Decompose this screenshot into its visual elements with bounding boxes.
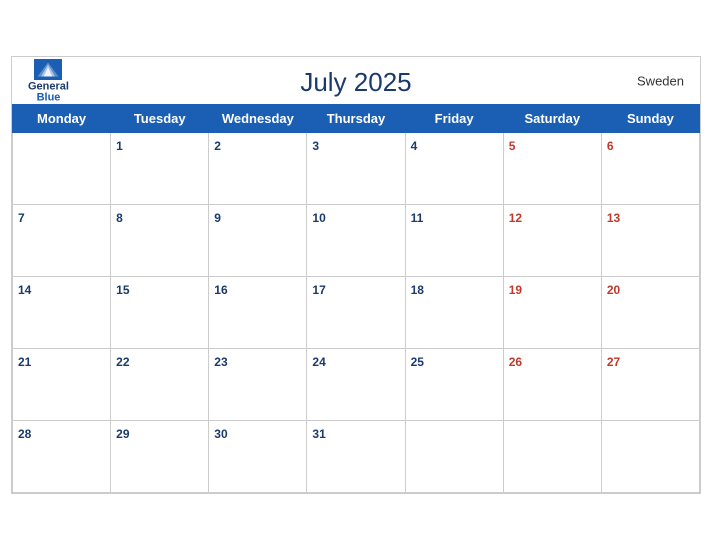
calendar-day-cell: 21: [13, 349, 111, 421]
calendar-week-row: 7 8 9 10 11 12 13: [13, 205, 700, 277]
calendar-day-cell: 27: [601, 349, 699, 421]
calendar-day-cell: [601, 421, 699, 493]
calendar-day-cell: 3: [307, 133, 405, 205]
calendar-day-cell: 4: [405, 133, 503, 205]
day-number: 27: [607, 355, 620, 369]
header-sunday: Sunday: [601, 105, 699, 133]
calendar-day-cell: 23: [209, 349, 307, 421]
calendar-day-cell: 31: [307, 421, 405, 493]
day-number: 25: [411, 355, 424, 369]
generalblue-logo-icon: [34, 58, 62, 80]
day-number: 15: [116, 283, 129, 297]
calendar-day-cell: 2: [209, 133, 307, 205]
calendar-day-cell: 11: [405, 205, 503, 277]
day-number: 10: [312, 211, 325, 225]
calendar-day-cell: 29: [111, 421, 209, 493]
day-number: 6: [607, 139, 614, 153]
header-monday: Monday: [13, 105, 111, 133]
day-number: 30: [214, 427, 227, 441]
calendar-day-cell: 16: [209, 277, 307, 349]
calendar-day-cell: 1: [111, 133, 209, 205]
calendar-day-cell: 22: [111, 349, 209, 421]
calendar-day-cell: [13, 133, 111, 205]
calendar-day-cell: 14: [13, 277, 111, 349]
logo: General Blue: [28, 58, 69, 103]
calendar-week-row: 1 2 3 4 5 6: [13, 133, 700, 205]
day-number: 19: [509, 283, 522, 297]
day-number: 13: [607, 211, 620, 225]
weekday-header-row: Monday Tuesday Wednesday Thursday Friday…: [13, 105, 700, 133]
calendar-week-row: 14 15 16 17 18 19 20: [13, 277, 700, 349]
day-number: 12: [509, 211, 522, 225]
day-number: 18: [411, 283, 424, 297]
day-number: 3: [312, 139, 319, 153]
day-number: 2: [214, 139, 221, 153]
day-number: 9: [214, 211, 221, 225]
header-thursday: Thursday: [307, 105, 405, 133]
day-number: 22: [116, 355, 129, 369]
calendar-day-cell: 5: [503, 133, 601, 205]
calendar-table: Monday Tuesday Wednesday Thursday Friday…: [12, 104, 700, 493]
day-number: 29: [116, 427, 129, 441]
calendar-day-cell: 26: [503, 349, 601, 421]
calendar: General Blue July 2025 Sweden Monday Tue…: [11, 56, 701, 494]
day-number: 26: [509, 355, 522, 369]
day-number: 8: [116, 211, 123, 225]
logo-blue-text: Blue: [37, 92, 61, 103]
calendar-day-cell: 18: [405, 277, 503, 349]
country-label: Sweden: [637, 73, 684, 88]
calendar-day-cell: 15: [111, 277, 209, 349]
calendar-day-cell: 9: [209, 205, 307, 277]
calendar-day-cell: 20: [601, 277, 699, 349]
calendar-day-cell: 13: [601, 205, 699, 277]
calendar-day-cell: 19: [503, 277, 601, 349]
day-number: 16: [214, 283, 227, 297]
day-number: 21: [18, 355, 31, 369]
day-number: 17: [312, 283, 325, 297]
calendar-day-cell: 25: [405, 349, 503, 421]
day-number: 23: [214, 355, 227, 369]
calendar-day-cell: [503, 421, 601, 493]
calendar-day-cell: 12: [503, 205, 601, 277]
header-tuesday: Tuesday: [111, 105, 209, 133]
calendar-title: July 2025: [300, 67, 411, 98]
day-number: 31: [312, 427, 325, 441]
header-wednesday: Wednesday: [209, 105, 307, 133]
calendar-day-cell: 8: [111, 205, 209, 277]
calendar-day-cell: 28: [13, 421, 111, 493]
calendar-week-row: 21 22 23 24 25 26 27: [13, 349, 700, 421]
calendar-day-cell: 7: [13, 205, 111, 277]
header-saturday: Saturday: [503, 105, 601, 133]
calendar-day-cell: 24: [307, 349, 405, 421]
day-number: 14: [18, 283, 31, 297]
calendar-day-cell: 6: [601, 133, 699, 205]
calendar-day-cell: [405, 421, 503, 493]
day-number: 24: [312, 355, 325, 369]
calendar-day-cell: 30: [209, 421, 307, 493]
day-number: 20: [607, 283, 620, 297]
calendar-day-cell: 17: [307, 277, 405, 349]
calendar-week-row: 28 29 30 31: [13, 421, 700, 493]
calendar-header: General Blue July 2025 Sweden: [12, 57, 700, 104]
day-number: 28: [18, 427, 31, 441]
calendar-day-cell: 10: [307, 205, 405, 277]
day-number: 4: [411, 139, 418, 153]
day-number: 5: [509, 139, 516, 153]
day-number: 11: [411, 211, 424, 225]
day-number: 1: [116, 139, 123, 153]
day-number: 7: [18, 211, 25, 225]
header-friday: Friday: [405, 105, 503, 133]
